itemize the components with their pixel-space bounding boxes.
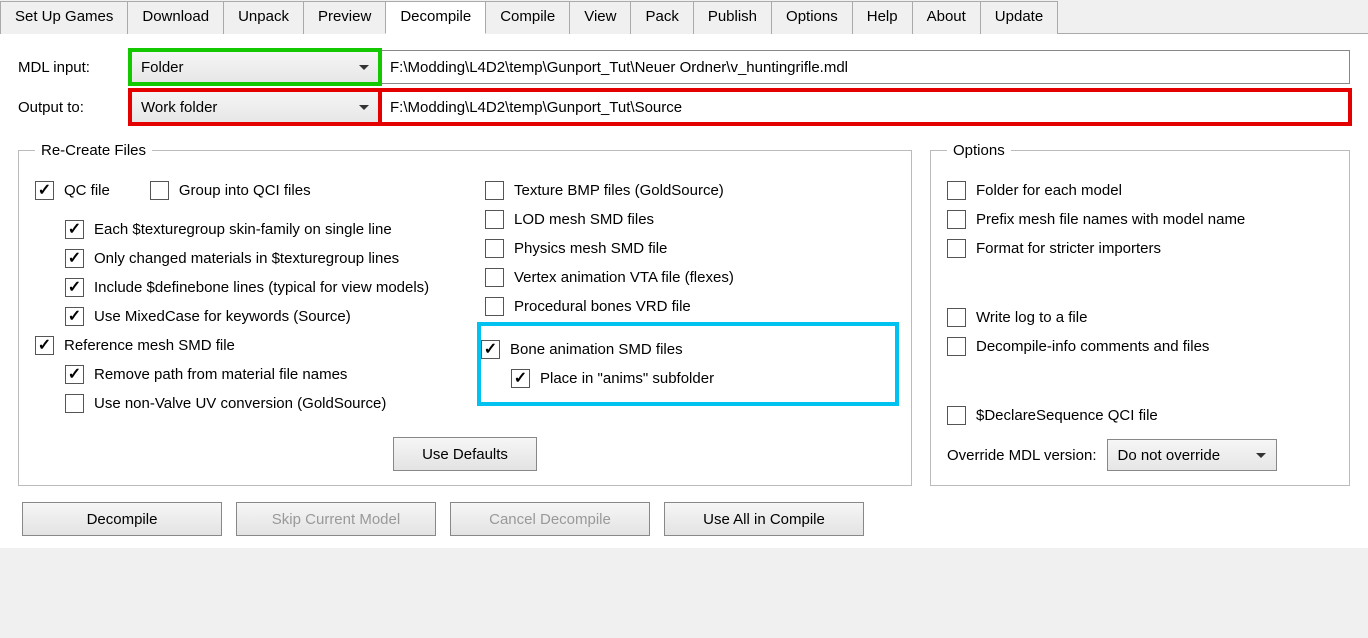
checkbox-row[interactable]: Vertex animation VTA file (flexes): [485, 268, 895, 287]
override-mdl-label: Override MDL version:: [947, 447, 1097, 464]
checkbox-icon[interactable]: [485, 268, 504, 287]
checkbox-label: Reference mesh SMD file: [64, 337, 235, 354]
options-legend: Options: [947, 142, 1011, 159]
checkbox-icon[interactable]: [65, 278, 84, 297]
checkbox-label: Prefix mesh file names with model name: [976, 211, 1245, 228]
checkbox-row[interactable]: Format for stricter importers: [947, 239, 1333, 258]
checkbox-label: Remove path from material file names: [94, 366, 347, 383]
tab-compile[interactable]: Compile: [485, 1, 570, 34]
checkbox-icon[interactable]: [485, 239, 504, 258]
checkbox-label: Texture BMP files (GoldSource): [514, 182, 724, 199]
checkbox-icon[interactable]: [65, 307, 84, 326]
output-type-dropdown[interactable]: Work folder: [130, 90, 380, 124]
use-all-in-compile-button[interactable]: Use All in Compile: [664, 502, 864, 536]
checkbox-row[interactable]: Physics mesh SMD file: [485, 239, 895, 258]
checkbox-row[interactable]: Group into QCI files: [150, 181, 311, 200]
tab-update[interactable]: Update: [980, 1, 1058, 34]
checkbox-row[interactable]: QC file: [35, 181, 110, 200]
override-mdl-dropdown[interactable]: Do not override: [1107, 439, 1277, 471]
checkbox-label: Include $definebone lines (typical for v…: [94, 279, 429, 296]
checkbox-label: Each $texturegroup skin-family on single…: [94, 221, 392, 238]
checkbox-label: QC file: [64, 182, 110, 199]
checkbox-icon[interactable]: [481, 340, 500, 359]
checkbox-icon[interactable]: [35, 181, 54, 200]
checkbox-icon[interactable]: [65, 365, 84, 384]
checkbox-row[interactable]: Prefix mesh file names with model name: [947, 210, 1333, 229]
checkbox-label: Decompile-info comments and files: [976, 338, 1209, 355]
checkbox-icon[interactable]: [485, 297, 504, 316]
checkbox-label: Group into QCI files: [179, 182, 311, 199]
checkbox-icon[interactable]: [947, 181, 966, 200]
use-defaults-button[interactable]: Use Defaults: [393, 437, 537, 471]
checkbox-label: $DeclareSequence QCI file: [976, 407, 1158, 424]
checkbox-label: Use non-Valve UV conversion (GoldSource): [94, 395, 386, 412]
tab-publish[interactable]: Publish: [693, 1, 772, 34]
checkbox-row[interactable]: Use MixedCase for keywords (Source): [65, 307, 445, 326]
checkbox-row[interactable]: Write log to a file: [947, 308, 1333, 327]
checkbox-icon[interactable]: [65, 220, 84, 239]
checkbox-label: Only changed materials in $texturegroup …: [94, 250, 399, 267]
output-to-label: Output to:: [18, 99, 130, 116]
tab-set-up-games[interactable]: Set Up Games: [0, 1, 128, 34]
checkbox-row[interactable]: Folder for each model: [947, 181, 1333, 200]
checkbox-icon[interactable]: [485, 210, 504, 229]
tab-download[interactable]: Download: [127, 1, 224, 34]
skip-current-model-button: Skip Current Model: [236, 502, 436, 536]
checkbox-row[interactable]: LOD mesh SMD files: [485, 210, 895, 229]
checkbox-icon[interactable]: [65, 394, 84, 413]
checkbox-label: Physics mesh SMD file: [514, 240, 667, 257]
checkbox-row[interactable]: Use non-Valve UV conversion (GoldSource): [65, 394, 445, 413]
checkbox-icon[interactable]: [947, 308, 966, 327]
checkbox-label: Format for stricter importers: [976, 240, 1161, 257]
checkbox-icon[interactable]: [35, 336, 54, 355]
checkbox-icon[interactable]: [150, 181, 169, 200]
checkbox-label: Bone animation SMD files: [510, 341, 683, 358]
tab-unpack[interactable]: Unpack: [223, 1, 304, 34]
recreate-legend: Re-Create Files: [35, 142, 152, 159]
tab-pack[interactable]: Pack: [630, 1, 693, 34]
checkbox-label: Procedural bones VRD file: [514, 298, 691, 315]
checkbox-row[interactable]: Place in "anims" subfolder: [511, 369, 885, 388]
checkbox-row[interactable]: Procedural bones VRD file: [485, 297, 895, 316]
decompile-button[interactable]: Decompile: [22, 502, 222, 536]
tab-decompile[interactable]: Decompile: [385, 1, 486, 34]
tab-about[interactable]: About: [912, 1, 981, 34]
tab-help[interactable]: Help: [852, 1, 913, 34]
checkbox-row[interactable]: Each $texturegroup skin-family on single…: [65, 220, 445, 239]
checkbox-icon[interactable]: [485, 181, 504, 200]
checkbox-icon[interactable]: [511, 369, 530, 388]
checkbox-row[interactable]: Reference mesh SMD file: [35, 336, 445, 355]
checkbox-row[interactable]: Remove path from material file names: [65, 365, 445, 384]
checkbox-row[interactable]: Texture BMP files (GoldSource): [485, 181, 895, 200]
checkbox-label: Folder for each model: [976, 182, 1122, 199]
checkbox-icon[interactable]: [947, 210, 966, 229]
mdl-input-label: MDL input:: [18, 59, 130, 76]
checkbox-icon[interactable]: [65, 249, 84, 268]
tab-view[interactable]: View: [569, 1, 631, 34]
checkbox-label: Place in "anims" subfolder: [540, 370, 714, 387]
output-path[interactable]: F:\Modding\L4D2\temp\Gunport_Tut\Source: [380, 90, 1350, 124]
mdl-input-path[interactable]: F:\Modding\L4D2\temp\Gunport_Tut\Neuer O…: [380, 50, 1350, 84]
checkbox-row[interactable]: Include $definebone lines (typical for v…: [65, 278, 445, 297]
checkbox-icon[interactable]: [947, 337, 966, 356]
checkbox-label: Vertex animation VTA file (flexes): [514, 269, 734, 286]
checkbox-row[interactable]: Bone animation SMD files: [481, 340, 885, 359]
cancel-decompile-button: Cancel Decompile: [450, 502, 650, 536]
checkbox-label: Use MixedCase for keywords (Source): [94, 308, 351, 325]
checkbox-row[interactable]: Decompile-info comments and files: [947, 337, 1333, 356]
checkbox-label: LOD mesh SMD files: [514, 211, 654, 228]
checkbox-row[interactable]: $DeclareSequence QCI file: [947, 406, 1333, 425]
tab-options[interactable]: Options: [771, 1, 853, 34]
checkbox-icon[interactable]: [947, 239, 966, 258]
checkbox-icon[interactable]: [947, 406, 966, 425]
tab-preview[interactable]: Preview: [303, 1, 386, 34]
checkbox-label: Write log to a file: [976, 309, 1087, 326]
mdl-input-type-dropdown[interactable]: Folder: [130, 50, 380, 84]
checkbox-row[interactable]: Only changed materials in $texturegroup …: [65, 249, 445, 268]
